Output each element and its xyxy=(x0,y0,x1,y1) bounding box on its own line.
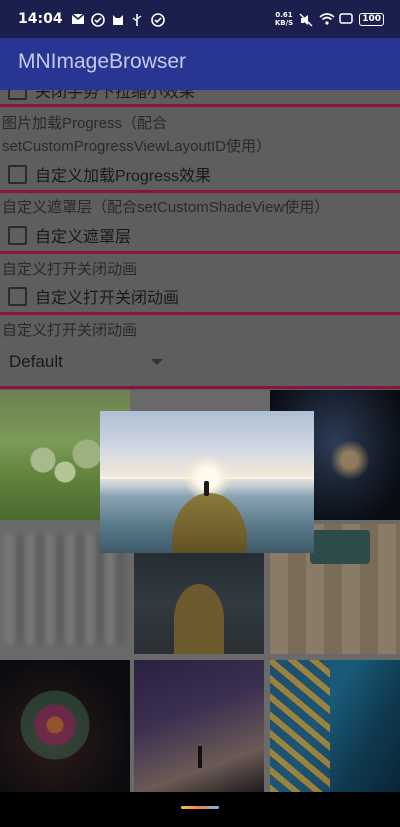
dropdown-selected-value: Default xyxy=(9,352,63,371)
section-divider xyxy=(0,251,400,254)
section-divider xyxy=(0,386,400,389)
usb-icon xyxy=(131,13,145,26)
battery-indicator: 100 xyxy=(359,12,384,26)
network-speed-value: 0.61 xyxy=(275,11,293,19)
checkbox[interactable] xyxy=(8,225,27,245)
mute-icon xyxy=(299,13,313,27)
home-gesture-handle[interactable] xyxy=(181,806,219,809)
grid-image[interactable] xyxy=(134,660,264,792)
shade-section-title: 自定义遮罩层（配合setCustomShadeView使用） xyxy=(2,199,330,216)
navigation-bar xyxy=(0,792,400,827)
anim-type-dropdown[interactable]: Default xyxy=(9,352,169,372)
dropdown-arrow-icon xyxy=(151,359,163,365)
checkbox-label: 自定义加载Progress效果 xyxy=(35,168,212,185)
app-bar: MNImageBrowser xyxy=(0,38,400,90)
image-preview[interactable] xyxy=(100,411,314,553)
anim-select-section-title: 自定义打开关闭动画 xyxy=(2,322,138,339)
grid-image[interactable] xyxy=(0,660,130,792)
network-speed: 0.61 KB/S xyxy=(275,11,293,27)
mail-icon xyxy=(71,13,85,25)
section-divider xyxy=(0,190,400,193)
anim-section-title: 自定义打开关闭动画 xyxy=(2,261,138,278)
status-time: 14:04 xyxy=(18,11,63,27)
figure-shape xyxy=(198,746,202,768)
status-system-icons: 0.61 KB/S 100 xyxy=(275,11,384,27)
checkbox-row-gesture[interactable]: 关闭手势下拉缩小效果 xyxy=(8,90,195,102)
checkbox[interactable] xyxy=(8,90,27,100)
firework-shape xyxy=(20,690,90,760)
check-circle-icon xyxy=(90,13,105,27)
progress-section-title: 图片加载Progress（配合 xyxy=(2,115,168,132)
screen-icon xyxy=(339,13,353,25)
section-divider xyxy=(0,312,400,315)
rock-shape xyxy=(174,584,224,654)
section-divider xyxy=(0,104,400,107)
progress-section-subtitle: setCustomProgressViewLayoutID使用） xyxy=(2,138,271,155)
checkbox-label: 关闭手势下拉缩小效果 xyxy=(35,90,196,101)
checkbox-row-shade[interactable]: 自定义遮罩层 xyxy=(8,223,131,247)
rock-shape xyxy=(172,493,247,553)
network-speed-unit: KB/S xyxy=(274,19,294,27)
checkbox-label: 自定义遮罩层 xyxy=(35,229,132,246)
checkbox-label: 自定义打开关闭动画 xyxy=(35,290,180,307)
status-bar: 14:04 0.61 KB/S 100 xyxy=(0,0,400,38)
person-silhouette xyxy=(204,481,209,496)
coral-shape xyxy=(270,660,330,792)
cat-icon xyxy=(111,13,125,25)
checkbox-row-anim[interactable]: 自定义打开关闭动画 xyxy=(8,284,179,308)
typewriter-shape xyxy=(310,530,370,564)
checkbox-row-progress[interactable]: 自定义加载Progress效果 xyxy=(8,162,211,186)
checkbox[interactable] xyxy=(8,164,27,184)
wifi-icon xyxy=(319,13,335,25)
grid-image[interactable] xyxy=(270,660,400,792)
settings-panel: 关闭手势下拉缩小效果 图片加载Progress（配合 setCustomProg… xyxy=(0,90,400,390)
check-circle-icon xyxy=(150,13,165,27)
status-notification-icons xyxy=(71,13,165,27)
checkbox[interactable] xyxy=(8,286,27,306)
app-title: MNImageBrowser xyxy=(18,50,187,73)
